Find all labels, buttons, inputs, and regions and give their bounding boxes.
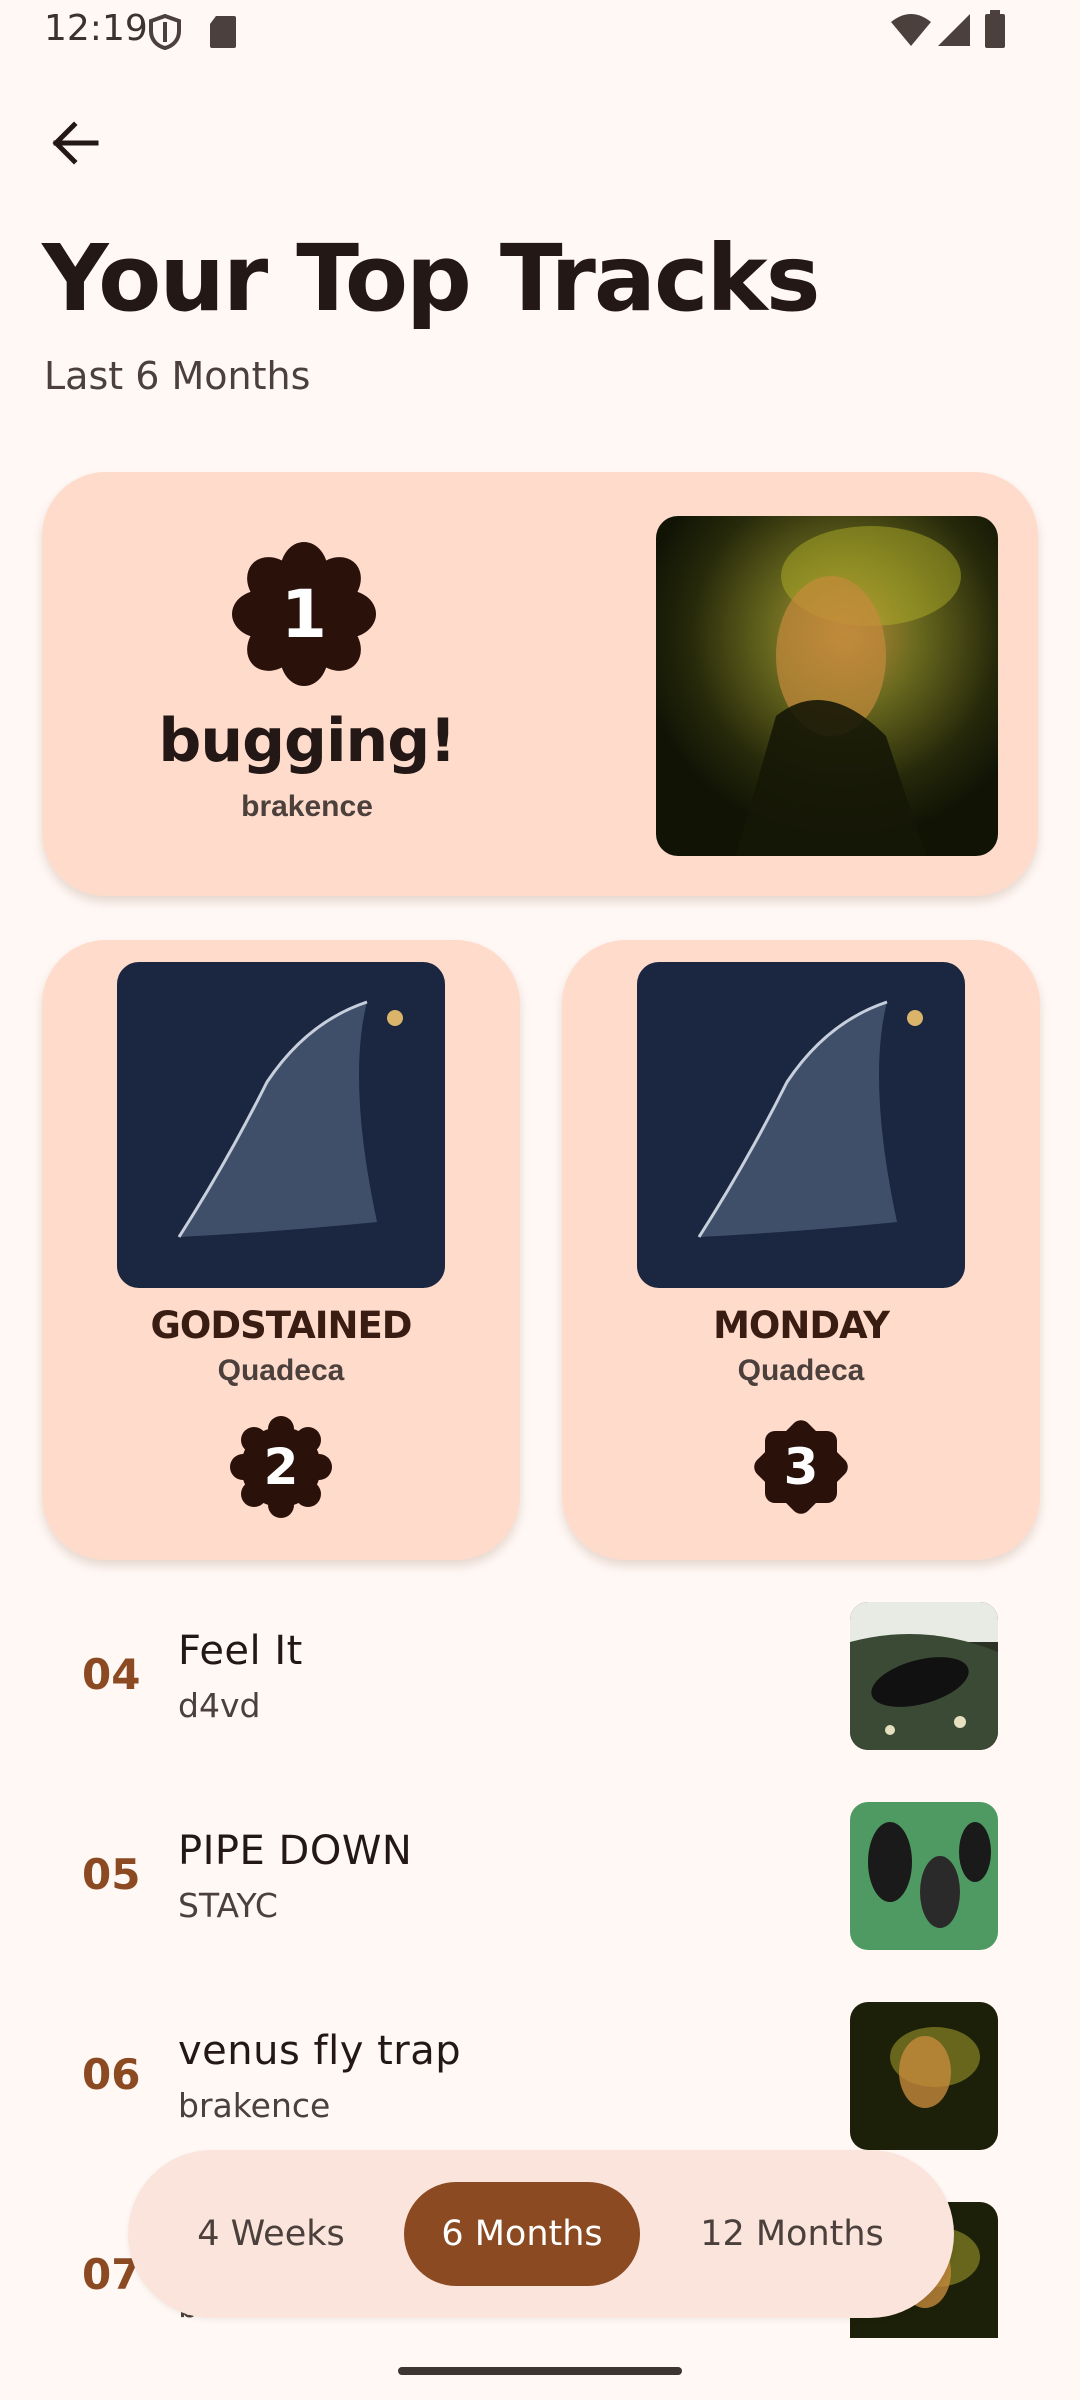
list-item[interactable]: 04 Feel It d4vd <box>0 1596 1080 1756</box>
track-artist: Quadeca <box>217 1354 345 1387</box>
page-title: Your Top Tracks <box>42 225 820 332</box>
track-title: bugging! <box>158 706 456 776</box>
shield-icon <box>149 14 181 50</box>
top-track-card-1[interactable]: 1 bugging! brakence <box>42 472 1038 896</box>
track-title: venus fly trap <box>178 2028 462 2074</box>
track-artist: brakence <box>241 790 373 823</box>
top-track-card-2[interactable]: GODSTAINED Quadeca 2 <box>42 940 520 1560</box>
album-art <box>656 516 998 856</box>
rank-number: 05 <box>82 1850 141 1899</box>
album-art <box>850 1602 998 1750</box>
track-artist: d4vd <box>178 1686 261 1725</box>
arrow-back-icon <box>52 121 99 165</box>
track-artist: brakence <box>178 2086 331 2125</box>
sd-card-icon <box>210 16 236 48</box>
range-option-6-months[interactable]: 6 Months <box>404 2182 640 2286</box>
range-option-4-weeks[interactable]: 4 Weeks <box>160 2182 382 2286</box>
track-title: MONDAY <box>713 1304 890 1347</box>
status-bar: 12:19 <box>0 0 1080 62</box>
list-item[interactable]: 05 PIPE DOWN STAYC <box>0 1796 1080 1956</box>
rank-badge-3: 3 <box>750 1416 852 1518</box>
top-track-card-3[interactable]: MONDAY Quadeca 3 <box>562 940 1040 1560</box>
range-option-12-months[interactable]: 12 Months <box>662 2182 922 2286</box>
time-range-selector: 4 Weeks 6 Months 12 Months <box>128 2150 954 2318</box>
list-item[interactable]: 06 venus fly trap brakence <box>0 1996 1080 2156</box>
rank-badge-1: 1 <box>232 542 376 686</box>
rank-number: 06 <box>82 2050 141 2099</box>
album-art <box>850 1802 998 1950</box>
home-indicator[interactable] <box>398 2367 682 2375</box>
wifi-icon <box>891 14 931 46</box>
track-artist: STAYC <box>178 1886 278 1925</box>
album-art <box>850 2002 998 2150</box>
signal-icon <box>938 14 970 46</box>
page-subtitle: Last 6 Months <box>44 354 311 398</box>
battery-icon <box>985 10 1005 48</box>
track-title: GODSTAINED <box>150 1304 413 1347</box>
status-time: 12:19 <box>44 8 148 49</box>
track-artist: Quadeca <box>737 1354 865 1387</box>
back-button[interactable] <box>40 108 110 178</box>
track-title: PIPE DOWN <box>178 1828 413 1874</box>
album-art <box>117 962 445 1288</box>
track-title: Feel It <box>178 1628 303 1674</box>
rank-badge-2: 2 <box>230 1416 332 1518</box>
album-art <box>637 962 965 1288</box>
rank-number: 04 <box>82 1650 141 1699</box>
